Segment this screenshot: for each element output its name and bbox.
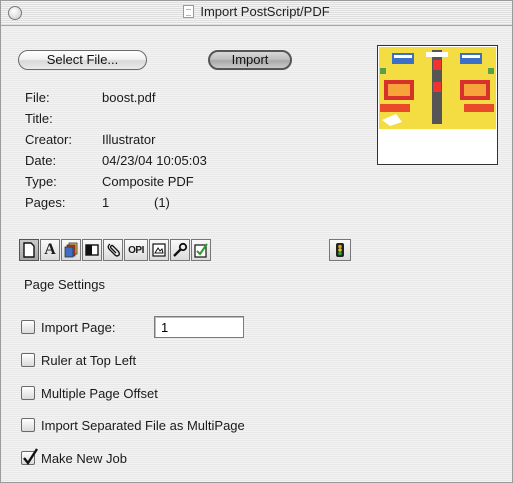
window-title-container: Import PostScript/PDF bbox=[1, 4, 512, 19]
traffic-light-icon bbox=[336, 243, 344, 257]
creator-label: Creator: bbox=[25, 132, 72, 147]
import-page-row: Import Page: bbox=[21, 318, 115, 336]
check-icon bbox=[194, 243, 208, 258]
image-settings-tab[interactable] bbox=[149, 239, 169, 261]
box-settings-tab[interactable] bbox=[82, 239, 102, 261]
page-settings-tab[interactable] bbox=[19, 239, 39, 261]
make-new-job-row: Make New Job bbox=[21, 448, 127, 467]
pages-count: (1) bbox=[154, 195, 170, 210]
page-icon bbox=[23, 242, 35, 258]
import-postscript-pdf-window: Import PostScript/PDF Select File... Imp… bbox=[0, 0, 513, 483]
font-settings-tab[interactable]: A bbox=[40, 239, 60, 261]
status-button[interactable] bbox=[329, 239, 351, 261]
ruler-top-left-label: Ruler at Top Left bbox=[41, 352, 137, 368]
type-label: Type: bbox=[25, 174, 57, 189]
ruler-top-left-row: Ruler at Top Left bbox=[21, 351, 136, 369]
window-title: Import PostScript/PDF bbox=[200, 4, 330, 19]
import-separated-checkbox[interactable] bbox=[21, 418, 35, 432]
title-bar[interactable]: Import PostScript/PDF bbox=[1, 1, 512, 26]
select-file-button[interactable]: Select File... bbox=[18, 50, 147, 70]
document-proxy-icon[interactable] bbox=[183, 5, 195, 18]
file-label: File: bbox=[25, 90, 50, 105]
make-new-job-label: Make New Job bbox=[41, 450, 127, 466]
tools-settings-tab[interactable] bbox=[170, 239, 190, 261]
preview-image bbox=[379, 47, 496, 129]
file-value: boost.pdf bbox=[102, 90, 156, 105]
pdf-preview-thumbnail bbox=[377, 45, 498, 165]
import-button[interactable]: Import bbox=[208, 50, 292, 70]
import-separated-label: Import Separated File as MultiPage bbox=[41, 417, 245, 433]
checkmark-icon bbox=[23, 448, 38, 466]
box-icon bbox=[85, 244, 99, 256]
make-new-job-checkbox[interactable] bbox=[21, 448, 38, 466]
link-settings-tab[interactable] bbox=[103, 239, 123, 261]
color-settings-tab[interactable] bbox=[61, 239, 81, 261]
import-separated-row: Import Separated File as MultiPage bbox=[21, 416, 245, 434]
image-icon bbox=[152, 243, 166, 257]
opi-settings-tab[interactable]: OPI bbox=[124, 239, 148, 261]
page-settings-title: Page Settings bbox=[24, 277, 105, 292]
multiple-page-offset-row: Multiple Page Offset bbox=[21, 384, 158, 402]
multiple-page-offset-checkbox[interactable] bbox=[21, 386, 35, 400]
font-icon: A bbox=[44, 241, 56, 258]
opi-icon: OPI bbox=[128, 244, 144, 256]
import-page-number-input[interactable] bbox=[154, 316, 244, 338]
type-value: Composite PDF bbox=[102, 174, 194, 189]
title-label: Title: bbox=[25, 111, 53, 126]
pages-label: Pages: bbox=[25, 195, 66, 210]
creator-value: Illustrator bbox=[102, 132, 156, 147]
date-value: 04/23/04 10:05:03 bbox=[102, 153, 207, 168]
link-icon bbox=[107, 243, 120, 257]
verify-settings-tab[interactable] bbox=[191, 239, 211, 261]
ruler-top-left-checkbox[interactable] bbox=[21, 353, 35, 367]
pages-value: 1 bbox=[102, 195, 110, 210]
import-page-label: Import Page: bbox=[41, 319, 116, 335]
multiple-page-offset-label: Multiple Page Offset bbox=[41, 385, 158, 401]
color-icon bbox=[64, 242, 78, 258]
wrench-icon bbox=[173, 242, 188, 257]
settings-toolbar: A OPI bbox=[19, 239, 212, 265]
import-page-checkbox[interactable] bbox=[21, 320, 35, 334]
date-label: Date: bbox=[25, 153, 57, 168]
